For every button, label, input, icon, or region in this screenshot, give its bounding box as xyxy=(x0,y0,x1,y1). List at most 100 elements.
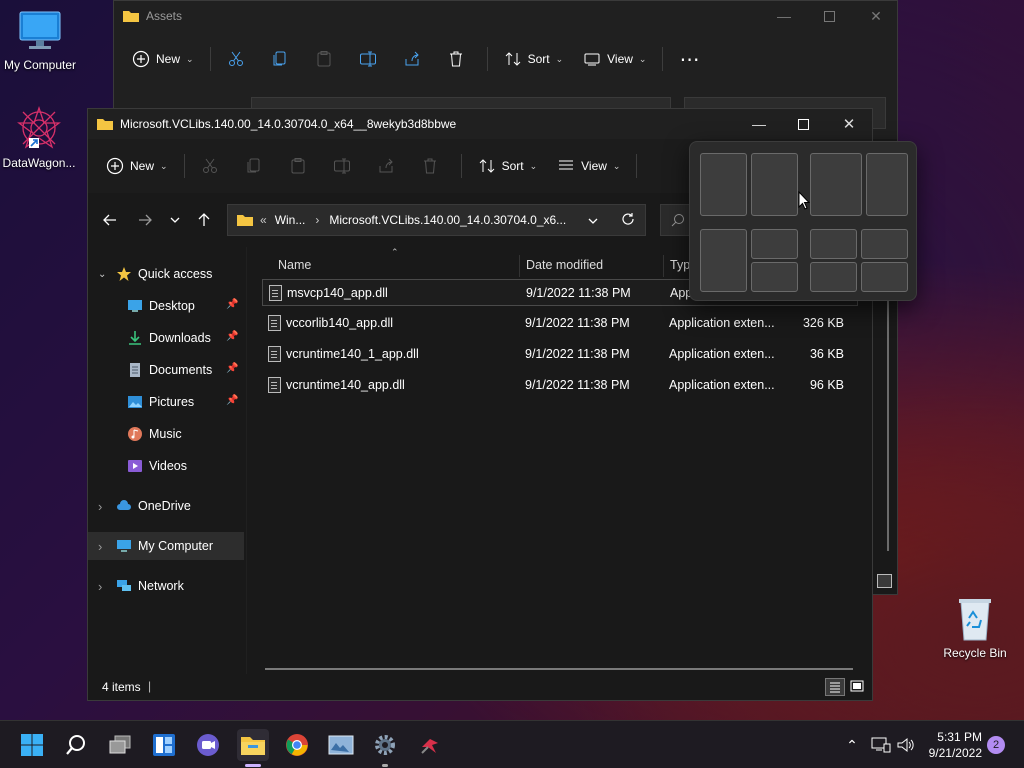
large-icons-view-button[interactable] xyxy=(848,678,868,696)
chrome-button[interactable] xyxy=(281,729,313,761)
sidebar-item-downloads[interactable]: Downloads 📌 xyxy=(88,324,244,352)
address-history-button[interactable] xyxy=(588,213,598,227)
new-button[interactable]: New ⌄ xyxy=(96,150,178,182)
column-header-name[interactable]: Name xyxy=(278,247,518,277)
maximize-button[interactable] xyxy=(780,109,826,139)
snap-zone-quad-tr[interactable] xyxy=(861,229,908,259)
chevron-right-icon[interactable]: › xyxy=(98,499,112,514)
pin-icon[interactable]: 📌 xyxy=(226,363,238,377)
chevron-right-icon[interactable]: › xyxy=(98,539,112,554)
new-button[interactable]: New ⌄ xyxy=(122,43,204,75)
assets-scrollbar[interactable] xyxy=(887,301,889,551)
chevron-right-icon[interactable]: › xyxy=(98,579,112,594)
file-type: Application exten... xyxy=(669,378,775,392)
delete-button[interactable] xyxy=(437,43,481,75)
sidebar-item-documents[interactable]: Documents 📌 xyxy=(88,356,244,384)
details-view-icon[interactable] xyxy=(877,574,892,588)
delete-button[interactable] xyxy=(411,150,455,182)
clipboard-icon xyxy=(291,158,305,174)
start-button[interactable] xyxy=(16,729,48,761)
clock[interactable]: 5:31 PM 9/21/2022 xyxy=(920,721,982,768)
file-explorer-taskbar-button[interactable] xyxy=(237,729,269,761)
pin-icon[interactable]: 📌 xyxy=(226,395,238,409)
minimize-button[interactable]: — xyxy=(761,1,807,31)
paste-button[interactable] xyxy=(279,150,323,182)
cut-button[interactable] xyxy=(217,43,261,75)
chevron-down-icon[interactable]: ⌄ xyxy=(98,269,112,280)
forward-button[interactable] xyxy=(129,204,161,236)
sidebar-item-my-computer[interactable]: › My Computer xyxy=(88,532,244,560)
breadcrumb-item[interactable]: Microsoft.VCLibs.140.00_14.0.30704.0_x6.… xyxy=(329,213,566,227)
app-bird-button[interactable] xyxy=(414,729,446,761)
column-divider[interactable] xyxy=(663,255,664,277)
sort-button[interactable]: Sort ⌄ xyxy=(494,43,574,75)
sidebar-item-videos[interactable]: Videos xyxy=(88,452,244,480)
snap-zone-half-left[interactable] xyxy=(700,153,747,216)
table-row[interactable]: vcruntime140_1_app.dll 9/1/2022 11:38 PM… xyxy=(262,341,858,368)
sidebar-item-music[interactable]: Music xyxy=(88,420,244,448)
share-button[interactable] xyxy=(393,43,437,75)
snap-zone-right-bottom[interactable] xyxy=(751,262,798,292)
photo-app-button[interactable] xyxy=(325,729,357,761)
pin-icon[interactable]: 📌 xyxy=(226,331,238,345)
search-button[interactable] xyxy=(60,729,92,761)
desktop-icon-recycle-bin[interactable]: Recycle Bin xyxy=(935,596,1015,660)
sidebar-item-onedrive[interactable]: › OneDrive xyxy=(88,492,244,520)
refresh-button[interactable] xyxy=(621,212,635,229)
sidebar-item-desktop[interactable]: Desktop 📌 xyxy=(88,292,244,320)
snap-zone-quad-bl[interactable] xyxy=(810,262,857,292)
details-view-button[interactable] xyxy=(825,678,845,696)
up-button[interactable] xyxy=(188,204,220,236)
minimize-button[interactable]: — xyxy=(736,109,782,139)
copy-button[interactable] xyxy=(235,150,279,182)
desktop-icon-datawagon[interactable]: DataWagon... xyxy=(0,104,79,170)
horizontal-scrollbar[interactable] xyxy=(265,668,853,670)
desktop-icon-my-computer[interactable]: My Computer xyxy=(0,8,80,72)
desktop-icon-label: Recycle Bin xyxy=(943,646,1007,660)
back-button[interactable] xyxy=(94,204,126,236)
close-button[interactable]: ✕ xyxy=(853,1,899,31)
sidebar-item-label: OneDrive xyxy=(138,499,191,513)
snap-zone-quad-br[interactable] xyxy=(861,262,908,292)
sidebar-item-pictures[interactable]: Pictures 📌 xyxy=(88,388,244,416)
notification-badge[interactable]: 2 xyxy=(987,736,1005,754)
address-bar[interactable]: « Win... › Microsoft.VCLibs.140.00_14.0.… xyxy=(227,204,646,236)
sort-button[interactable]: Sort ⌄ xyxy=(468,150,548,182)
settings-button[interactable] xyxy=(369,729,401,761)
paste-button[interactable] xyxy=(305,43,349,75)
volume-icon[interactable] xyxy=(896,736,916,754)
table-row[interactable]: vcruntime140_app.dll 9/1/2022 11:38 PM A… xyxy=(262,372,858,399)
close-button[interactable]: ✕ xyxy=(826,109,872,139)
widgets-button[interactable] xyxy=(148,729,180,761)
sidebar-item-quick-access[interactable]: ⌄ Quick access xyxy=(88,260,244,288)
table-row[interactable]: vccorlib140_app.dll 9/1/2022 11:38 PM Ap… xyxy=(262,310,858,337)
recent-locations-button[interactable] xyxy=(159,204,191,236)
rename-button[interactable] xyxy=(323,150,367,182)
chat-button[interactable] xyxy=(192,729,224,761)
pin-icon[interactable]: 📌 xyxy=(226,299,238,313)
view-button[interactable]: View ⌄ xyxy=(547,150,630,182)
breadcrumb-overflow[interactable]: « xyxy=(260,213,267,227)
snap-zone-onethird-right[interactable] xyxy=(866,153,908,216)
maximize-button[interactable] xyxy=(806,1,852,31)
snap-zone-right-top[interactable] xyxy=(751,229,798,259)
snap-zone-quad-tl[interactable] xyxy=(810,229,857,259)
rename-button[interactable] xyxy=(349,43,393,75)
share-button[interactable] xyxy=(367,150,411,182)
breadcrumb-item[interactable]: Win... xyxy=(275,213,306,227)
snap-zone-half-right[interactable] xyxy=(751,153,798,216)
sidebar-item-network[interactable]: › Network xyxy=(88,572,244,600)
sort-icon xyxy=(505,52,520,66)
cut-button[interactable] xyxy=(191,150,235,182)
column-header-date[interactable]: Date modified xyxy=(526,247,666,277)
list-view-icon xyxy=(559,160,574,170)
snap-zone-left-tall[interactable] xyxy=(700,229,747,292)
task-view-button[interactable] xyxy=(104,729,136,761)
snap-zone-twothirds-left[interactable] xyxy=(810,153,862,216)
column-divider[interactable] xyxy=(519,255,520,277)
more-options-button[interactable]: ⋯ xyxy=(669,43,710,75)
show-hidden-icons-button[interactable]: ⌃ xyxy=(840,737,864,754)
view-button[interactable]: View ⌄ xyxy=(573,43,656,75)
copy-button[interactable] xyxy=(261,43,305,75)
network-icon[interactable] xyxy=(870,736,892,754)
